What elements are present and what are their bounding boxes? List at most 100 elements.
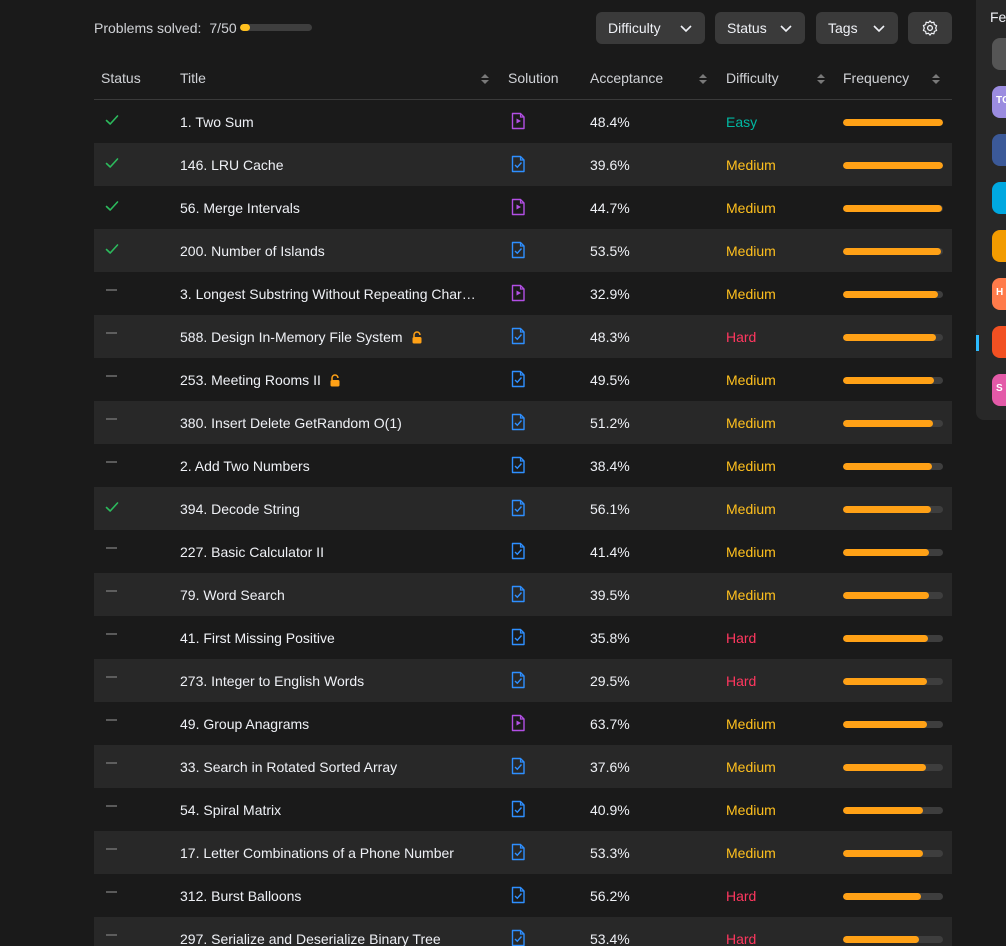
problem-title-link[interactable]: 253. Meeting Rooms II — [180, 372, 341, 388]
table-row[interactable]: 253. Meeting Rooms II 49.5% Medium — [94, 358, 952, 401]
problem-title-link[interactable]: 146. LRU Cache — [180, 157, 284, 173]
frequency-bar — [843, 420, 943, 427]
difficulty-label: Medium — [726, 286, 776, 302]
article-solution-icon[interactable] — [510, 671, 526, 689]
table-row[interactable]: 227. Basic Calculator II 41.4% Medium — [94, 530, 952, 573]
windows-logo[interactable] — [992, 326, 1006, 358]
table-row[interactable]: 588. Design In-Memory File System 48.3% … — [94, 315, 952, 358]
article-solution-icon[interactable] — [510, 800, 526, 818]
sort-icon — [932, 74, 940, 84]
article-solution-icon[interactable] — [510, 757, 526, 775]
table-row[interactable]: 394. Decode String 56.1% Medium — [94, 487, 952, 530]
problem-title-link[interactable]: 79. Word Search — [180, 587, 285, 603]
video-solution-icon[interactable] — [510, 112, 526, 130]
orange-company-logo[interactable]: H — [992, 278, 1006, 310]
article-solution-icon[interactable] — [510, 241, 526, 259]
column-label: Title — [180, 70, 206, 86]
column-header-frequency[interactable]: Frequency — [843, 70, 941, 86]
column-header-acceptance[interactable]: Acceptance — [590, 70, 708, 86]
pink-company-logo[interactable]: S — [992, 374, 1006, 406]
table-row[interactable]: 54. Spiral Matrix 40.9% Medium — [94, 788, 952, 831]
table-row[interactable]: 2. Add Two Numbers 38.4% Medium — [94, 444, 952, 487]
laptop-company-logo[interactable] — [992, 38, 1006, 70]
problem-title-link[interactable]: 1. Two Sum — [180, 114, 254, 130]
difficulty-label: Medium — [726, 200, 776, 216]
frequency-bar-fill — [843, 678, 927, 685]
dash-icon — [104, 929, 120, 945]
frequency-bar-fill — [843, 119, 943, 126]
table-row[interactable]: 3. Longest Substring Without Repeating C… — [94, 272, 952, 315]
difficulty-filter-button[interactable]: Difficulty — [596, 12, 705, 44]
problem-title-link[interactable]: 312. Burst Balloons — [180, 888, 301, 904]
frequency-bar — [843, 592, 943, 599]
table-row[interactable]: 380. Insert Delete GetRandom O(1) 51.2% … — [94, 401, 952, 444]
problem-title-link[interactable]: 394. Decode String — [180, 501, 300, 517]
problem-title: 3. Longest Substring Without Repeating C… — [180, 286, 480, 302]
purple-company-logo[interactable]: TC — [992, 86, 1006, 118]
frequency-bar-fill — [843, 248, 941, 255]
dash-icon — [104, 628, 120, 644]
problem-title-link[interactable]: 56. Merge Intervals — [180, 200, 300, 216]
article-solution-icon[interactable] — [510, 327, 526, 345]
solved-progress-bar — [240, 24, 312, 31]
problem-title-link[interactable]: 33. Search in Rotated Sorted Array — [180, 759, 397, 775]
problem-title-link[interactable]: 2. Add Two Numbers — [180, 458, 310, 474]
table-row[interactable]: 146. LRU Cache 39.6% Medium — [94, 143, 952, 186]
table-row[interactable]: 79. Word Search 39.5% Medium — [94, 573, 952, 616]
tags-filter-button[interactable]: Tags — [816, 12, 898, 44]
problem-title-link[interactable]: 54. Spiral Matrix — [180, 802, 281, 818]
dash-icon — [104, 542, 120, 558]
table-row[interactable]: 312. Burst Balloons 56.2% Hard — [94, 874, 952, 917]
column-header-difficulty[interactable]: Difficulty — [726, 70, 826, 86]
problem-title-link[interactable]: 41. First Missing Positive — [180, 630, 335, 646]
column-header-title[interactable]: Title — [180, 70, 490, 86]
difficulty-label: Medium — [726, 243, 776, 259]
table-row[interactable]: 41. First Missing Positive 35.8% Hard — [94, 616, 952, 659]
table-row[interactable]: 297. Serialize and Deserialize Binary Tr… — [94, 917, 952, 946]
problem-title-link[interactable]: 227. Basic Calculator II — [180, 544, 324, 560]
frequency-bar-fill — [843, 162, 943, 169]
article-solution-icon[interactable] — [510, 370, 526, 388]
amazon-logo[interactable] — [992, 230, 1006, 262]
problem-title-link[interactable]: 3. Longest Substring Without Repeating C… — [180, 286, 480, 302]
table-row[interactable]: 56. Merge Intervals 44.7% Medium — [94, 186, 952, 229]
video-solution-icon[interactable] — [510, 284, 526, 302]
table-row[interactable]: 49. Group Anagrams 63.7% Medium — [94, 702, 952, 745]
problems-solved-label: Problems solved: — [94, 20, 202, 36]
problem-title-link[interactable]: 200. Number of Islands — [180, 243, 325, 259]
difficulty-label: Medium — [726, 544, 776, 560]
problem-title-link[interactable]: 49. Group Anagrams — [180, 716, 309, 732]
problem-title-link[interactable]: 273. Integer to English Words — [180, 673, 364, 689]
article-solution-icon[interactable] — [510, 929, 526, 946]
article-solution-icon[interactable] — [510, 155, 526, 173]
article-solution-icon[interactable] — [510, 499, 526, 517]
article-solution-icon[interactable] — [510, 413, 526, 431]
acceptance-rate: 39.5% — [590, 587, 630, 603]
table-row[interactable]: 1. Two Sum 48.4% Easy — [94, 100, 952, 143]
video-solution-icon[interactable] — [510, 198, 526, 216]
table-row[interactable]: 273. Integer to English Words 29.5% Hard — [94, 659, 952, 702]
dash-icon — [104, 284, 120, 300]
dash-icon — [104, 800, 120, 816]
problem-title-link[interactable]: 17. Letter Combinations of a Phone Numbe… — [180, 845, 454, 861]
gear-icon — [922, 20, 938, 36]
table-row[interactable]: 200. Number of Islands 53.5% Medium — [94, 229, 952, 272]
article-solution-icon[interactable] — [510, 585, 526, 603]
article-solution-icon[interactable] — [510, 628, 526, 646]
table-row[interactable]: 17. Letter Combinations of a Phone Numbe… — [94, 831, 952, 874]
problem-title-link[interactable]: 588. Design In-Memory File System — [180, 329, 423, 345]
article-solution-icon[interactable] — [510, 843, 526, 861]
article-solution-icon[interactable] — [510, 886, 526, 904]
article-solution-icon[interactable] — [510, 456, 526, 474]
blue-company-logo[interactable] — [992, 134, 1006, 166]
problem-title-link[interactable]: 380. Insert Delete GetRandom O(1) — [180, 415, 402, 431]
article-solution-icon[interactable] — [510, 542, 526, 560]
video-solution-icon[interactable] — [510, 714, 526, 732]
chevron-down-icon — [680, 25, 692, 33]
table-row[interactable]: 33. Search in Rotated Sorted Array 37.6%… — [94, 745, 952, 788]
status-filter-button[interactable]: Status — [715, 12, 805, 44]
ring-company-logo[interactable] — [992, 182, 1006, 214]
sort-icon — [699, 74, 707, 84]
settings-button[interactable] — [908, 12, 952, 44]
problem-title-link[interactable]: 297. Serialize and Deserialize Binary Tr… — [180, 931, 441, 946]
